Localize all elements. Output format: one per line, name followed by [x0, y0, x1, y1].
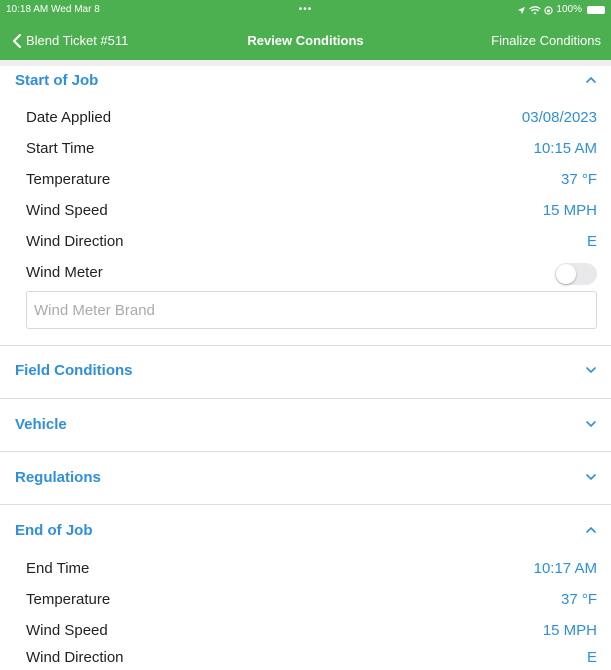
section-header-regulations[interactable]: Regulations [0, 463, 611, 493]
row-label: Temperature [26, 591, 111, 608]
row-value[interactable]: 03/08/2023 [522, 109, 597, 126]
chevron-left-icon [12, 34, 22, 48]
row-date-applied[interactable]: Date Applied 03/08/2023 [0, 106, 611, 130]
row-label: Wind Direction [26, 649, 124, 666]
section-title: Regulations [15, 469, 101, 486]
status-indicators: 100% [517, 0, 605, 20]
chevron-down-icon [586, 367, 596, 374]
row-label: Wind Speed [26, 202, 108, 219]
row-wind-speed[interactable]: Wind Speed 15 MPH [0, 199, 611, 223]
row-start-time[interactable]: Start Time 10:15 AM [0, 137, 611, 161]
row-end-wind-speed[interactable]: Wind Speed 15 MPH [0, 619, 611, 643]
section-header-start-of-job[interactable]: Start of Job [0, 66, 611, 96]
nav-bar: Blend Ticket #511 Review Conditions Fina… [0, 28, 611, 54]
orientation-lock-icon [544, 5, 554, 15]
chevron-up-icon [586, 76, 596, 83]
section-header-vehicle[interactable]: Vehicle [0, 410, 611, 440]
divider [0, 451, 611, 452]
row-temperature[interactable]: Temperature 37 °F [0, 168, 611, 192]
chevron-down-icon [586, 421, 596, 428]
row-label: Wind Direction [26, 233, 124, 250]
row-end-temperature[interactable]: Temperature 37 °F [0, 588, 611, 612]
row-value[interactable]: E [587, 649, 597, 666]
row-label: End Time [26, 560, 90, 577]
section-header-field-conditions[interactable]: Field Conditions [0, 356, 611, 386]
wind-meter-brand-input[interactable]: Wind Meter Brand [26, 291, 597, 329]
back-button-label: Blend Ticket #511 [26, 33, 129, 48]
row-value[interactable]: 15 MPH [543, 622, 597, 639]
finalize-conditions-button[interactable]: Finalize Conditions [491, 28, 601, 54]
back-button[interactable]: Blend Ticket #511 [12, 28, 128, 54]
row-wind-meter: Wind Meter [0, 261, 611, 285]
battery-percent: 100% [556, 4, 582, 15]
divider [0, 398, 611, 399]
wifi-icon [529, 5, 542, 14]
section-header-end-of-job[interactable]: End of Job [0, 516, 611, 546]
row-end-time[interactable]: End Time 10:17 AM [0, 557, 611, 581]
location-icon [518, 6, 526, 14]
battery-icon [587, 6, 605, 14]
divider [0, 504, 611, 505]
row-label: Start Time [26, 140, 95, 157]
section-title: End of Job [15, 522, 93, 539]
row-value[interactable]: 15 MPH [543, 202, 597, 219]
divider [0, 345, 611, 346]
row-value[interactable]: 10:15 AM [534, 140, 597, 157]
row-wind-direction[interactable]: Wind Direction E [0, 230, 611, 254]
row-label: Wind Meter [26, 264, 103, 281]
input-placeholder: Wind Meter Brand [34, 302, 155, 319]
row-label: Wind Speed [26, 622, 108, 639]
row-value[interactable]: E [587, 233, 597, 250]
row-value[interactable]: 37 °F [561, 171, 597, 188]
row-label: Temperature [26, 171, 111, 188]
top-bar: 10:18 AM Wed Mar 8 ••• 100% Blend Ticket… [0, 0, 611, 60]
status-bar: 10:18 AM Wed Mar 8 ••• 100% [0, 0, 611, 20]
toggle-knob [556, 264, 576, 284]
row-label: Date Applied [26, 109, 112, 126]
section-title: Start of Job [15, 72, 99, 89]
section-title: Vehicle [15, 416, 67, 433]
wind-meter-toggle[interactable] [555, 263, 597, 285]
row-value[interactable]: 10:17 AM [534, 560, 597, 577]
chevron-up-icon [586, 526, 596, 533]
row-value[interactable]: 37 °F [561, 591, 597, 608]
section-title: Field Conditions [15, 362, 133, 379]
chevron-down-icon [586, 474, 596, 481]
row-end-wind-direction[interactable]: Wind Direction E [0, 646, 611, 670]
